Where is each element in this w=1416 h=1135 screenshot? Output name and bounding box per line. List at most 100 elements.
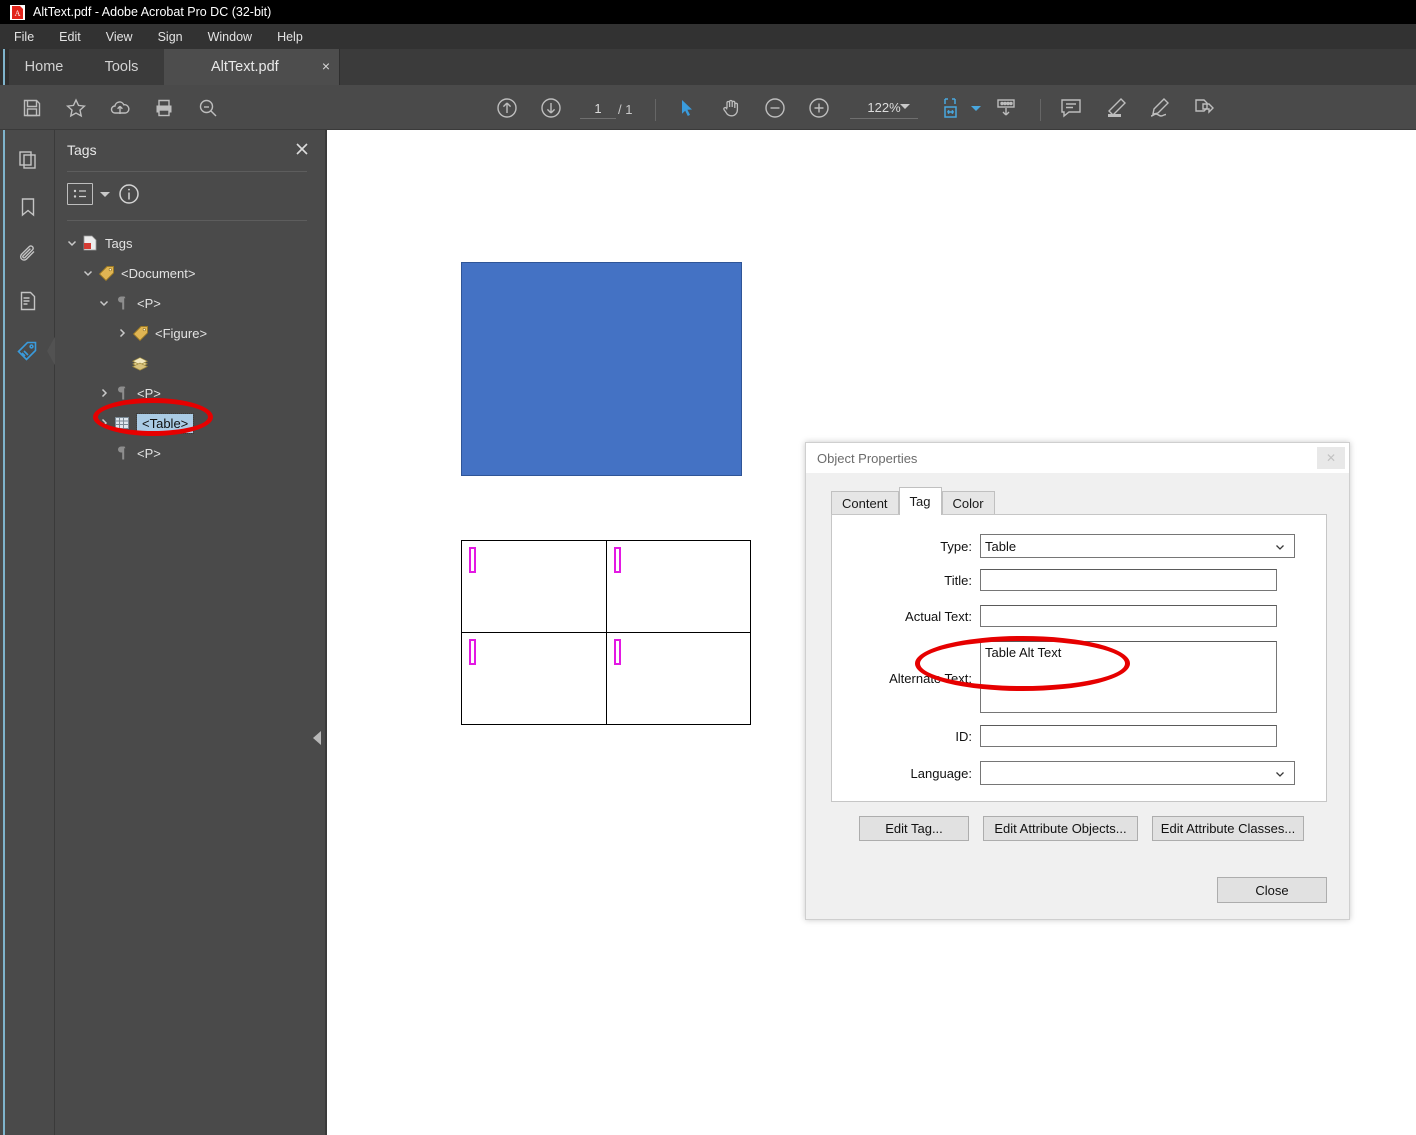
select-tool-icon[interactable] <box>674 95 700 121</box>
zoom-in-icon[interactable] <box>806 95 832 121</box>
star-icon[interactable] <box>63 95 89 121</box>
options-dropdown-caret-icon[interactable] <box>100 192 110 197</box>
fit-page-dropdown-caret-icon[interactable] <box>971 106 981 111</box>
tab-strip-edge <box>0 49 9 85</box>
acrobat-logo-icon: A <box>10 5 25 20</box>
tree-item-table[interactable]: <Table> <box>55 408 325 438</box>
tree-item-tags[interactable]: Tags <box>55 228 325 258</box>
cell-marker-icon <box>614 639 621 665</box>
field-id: ID: <box>832 725 1302 747</box>
id-label: ID: <box>832 729 972 744</box>
layers-icon[interactable] <box>14 287 42 315</box>
tree-item-content-stack[interactable] <box>55 348 325 378</box>
chevron-right-icon[interactable] <box>113 324 131 342</box>
tags-panel-close-icon[interactable] <box>293 140 311 158</box>
table-cell <box>606 633 751 725</box>
id-input[interactable] <box>980 725 1277 747</box>
tab-content[interactable]: Content <box>831 491 899 515</box>
menu-sign[interactable]: Sign <box>156 28 185 46</box>
toolbar-separator-2 <box>1040 99 1041 121</box>
table-cell <box>606 541 751 633</box>
tag-icon <box>131 324 149 342</box>
tree-item-paragraph-3[interactable]: <P> <box>55 438 325 468</box>
zoom-out-icon[interactable] <box>762 95 788 121</box>
chevron-right-icon[interactable] <box>95 384 113 402</box>
language-select[interactable] <box>980 761 1295 785</box>
window-title: AltText.pdf - Adobe Acrobat Pro DC (32-b… <box>33 5 271 19</box>
menu-view[interactable]: View <box>104 28 135 46</box>
type-label: Type: <box>832 539 972 554</box>
tab-home[interactable]: Home <box>9 49 79 85</box>
tree-label: <P> <box>137 386 161 401</box>
edit-attribute-objects-button[interactable]: Edit Attribute Objects... <box>983 816 1138 841</box>
table-icon <box>113 414 131 432</box>
field-title: Title: <box>832 569 1302 591</box>
tab-close-icon[interactable]: × <box>318 58 334 74</box>
field-language: Language: <box>832 761 1302 785</box>
chevron-down-icon <box>1274 541 1286 556</box>
tab-tag[interactable]: Tag <box>899 487 942 515</box>
tree-label: <Figure> <box>155 326 207 341</box>
options-list-icon[interactable] <box>67 183 93 205</box>
zoom-dropdown-caret-icon[interactable] <box>900 104 910 109</box>
alternate-text-input[interactable]: Table Alt Text <box>980 641 1277 713</box>
navigation-rail <box>0 130 55 1135</box>
chevron-right-icon[interactable] <box>95 414 113 432</box>
tab-tools[interactable]: Tools <box>79 49 164 85</box>
cell-marker-icon <box>614 547 621 573</box>
table-cell <box>462 633 607 725</box>
sign-icon[interactable] <box>1147 95 1173 121</box>
menu-edit[interactable]: Edit <box>57 28 83 46</box>
page-thumbnails-icon[interactable] <box>14 146 42 174</box>
page-number-input[interactable]: 1 <box>580 99 616 119</box>
comment-icon[interactable] <box>1058 95 1084 121</box>
upload-cloud-icon[interactable] <box>107 95 133 121</box>
print-icon[interactable] <box>151 95 177 121</box>
content-stack-icon <box>131 354 149 372</box>
share-icon[interactable] <box>1191 95 1217 121</box>
tree-item-document[interactable]: <Document> <box>55 258 325 288</box>
bookmarks-icon[interactable] <box>14 193 42 221</box>
highlight-icon[interactable] <box>1103 95 1129 121</box>
chevron-down-icon[interactable] <box>95 294 113 312</box>
title-input[interactable] <box>980 569 1277 591</box>
fit-page-icon[interactable] <box>940 95 966 121</box>
tree-item-paragraph-2[interactable]: <P> <box>55 378 325 408</box>
tags-tree: Tags <Document> <box>55 228 325 468</box>
language-label: Language: <box>832 766 972 781</box>
tree-label: <P> <box>137 296 161 311</box>
info-icon[interactable] <box>117 182 141 206</box>
field-actual-text: Actual Text: <box>832 605 1302 627</box>
edit-attribute-classes-button[interactable]: Edit Attribute Classes... <box>1152 816 1304 841</box>
menu-help[interactable]: Help <box>275 28 305 46</box>
toolbar-separator-1 <box>655 99 656 121</box>
search-icon[interactable] <box>195 95 221 121</box>
tab-strip-filler <box>339 49 1416 85</box>
tab-color[interactable]: Color <box>942 491 995 515</box>
next-page-icon[interactable] <box>538 95 564 121</box>
actual-text-input[interactable] <box>980 605 1277 627</box>
type-select[interactable]: Table <box>980 534 1295 558</box>
chevron-down-icon[interactable] <box>79 264 97 282</box>
tab-document[interactable]: AltText.pdf <box>164 49 339 85</box>
hand-tool-icon[interactable] <box>718 95 744 121</box>
previous-page-icon[interactable] <box>494 95 520 121</box>
cell-marker-icon <box>469 547 476 573</box>
dialog-close-icon[interactable]: ✕ <box>1317 447 1345 469</box>
edit-tag-button[interactable]: Edit Tag... <box>859 816 969 841</box>
close-button[interactable]: Close <box>1217 877 1327 903</box>
scroll-mode-icon[interactable] <box>993 95 1019 121</box>
menu-file[interactable]: File <box>12 28 36 46</box>
dialog-title-bar: Object Properties <box>806 443 1349 473</box>
panel-collapse-icon[interactable] <box>313 731 321 745</box>
tree-item-figure[interactable]: <Figure> <box>55 318 325 348</box>
chevron-down-icon[interactable] <box>63 234 81 252</box>
tag-icon <box>97 264 115 282</box>
menu-window[interactable]: Window <box>206 28 254 46</box>
table-row <box>462 633 751 725</box>
save-icon[interactable] <box>19 95 45 121</box>
tags-icon[interactable] <box>14 337 42 365</box>
tree-item-paragraph-1[interactable]: <P> <box>55 288 325 318</box>
object-properties-dialog: Object Properties ✕ Content Tag Color Ty… <box>805 442 1350 920</box>
attachments-icon[interactable] <box>14 240 42 268</box>
